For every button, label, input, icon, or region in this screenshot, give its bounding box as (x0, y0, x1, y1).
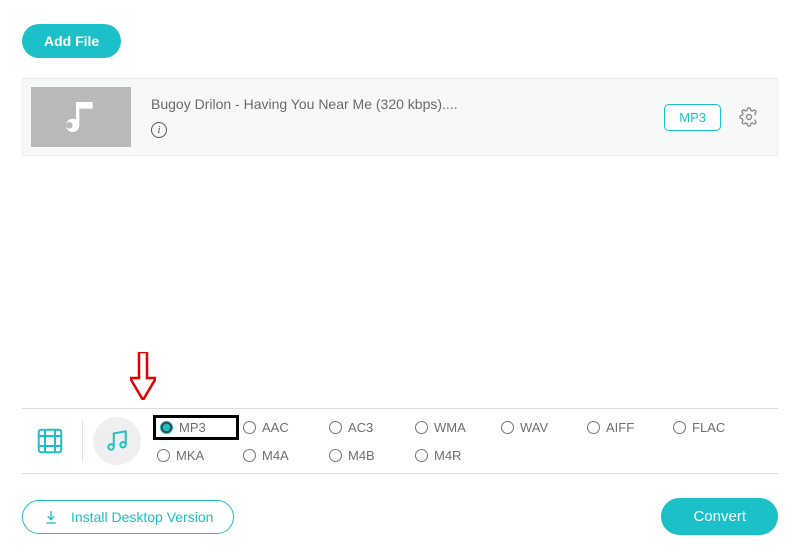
music-icon (104, 428, 130, 454)
bottom-bar: Install Desktop Version Convert (22, 498, 778, 535)
convert-button[interactable]: Convert (661, 498, 778, 535)
format-option-flac[interactable]: FLAC (669, 418, 755, 437)
format-radio-m4r[interactable] (415, 449, 428, 462)
format-label: WAV (520, 420, 548, 435)
format-label: AC3 (348, 420, 373, 435)
format-label: M4B (348, 448, 375, 463)
format-radio-mka[interactable] (157, 449, 170, 462)
format-option-empty (669, 453, 755, 457)
format-label: AIFF (606, 420, 634, 435)
format-radio-wma[interactable] (415, 421, 428, 434)
format-selection-panel: MP3 AAC AC3 WMA WAV AIFF FLAC MKA M4A M4B M4R (22, 408, 778, 474)
file-format-button[interactable]: MP3 (664, 104, 721, 131)
file-meta: Bugoy Drilon - Having You Near Me (320 k… (131, 96, 664, 138)
format-label: FLAC (692, 420, 725, 435)
format-option-wma[interactable]: WMA (411, 418, 497, 437)
music-note-icon (61, 97, 101, 137)
format-label: M4R (434, 448, 461, 463)
format-radio-wav[interactable] (501, 421, 514, 434)
info-icon[interactable]: i (151, 122, 167, 138)
format-label: MP3 (179, 420, 206, 435)
format-option-mp3[interactable]: MP3 (153, 415, 239, 440)
install-desktop-label: Install Desktop Version (71, 509, 213, 525)
format-radio-aac[interactable] (243, 421, 256, 434)
format-option-wav[interactable]: WAV (497, 418, 583, 437)
format-label: AAC (262, 420, 289, 435)
format-label: WMA (434, 420, 466, 435)
gear-icon[interactable] (739, 107, 759, 127)
format-option-aac[interactable]: AAC (239, 418, 325, 437)
file-title: Bugoy Drilon - Having You Near Me (320 k… (151, 96, 664, 112)
format-option-empty (583, 453, 669, 457)
add-file-button[interactable]: Add File (22, 24, 121, 58)
film-icon (35, 426, 65, 456)
file-thumbnail (31, 87, 131, 147)
format-radio-m4b[interactable] (329, 449, 342, 462)
divider (82, 420, 83, 462)
format-radio-m4a[interactable] (243, 449, 256, 462)
install-desktop-button[interactable]: Install Desktop Version (22, 500, 234, 534)
format-option-m4b[interactable]: M4B (325, 446, 411, 465)
video-tab[interactable] (22, 409, 78, 473)
format-option-m4r[interactable]: M4R (411, 446, 497, 465)
format-option-mka[interactable]: MKA (153, 446, 239, 465)
format-options: MP3 AAC AC3 WMA WAV AIFF FLAC MKA M4A M4B M4R (153, 413, 755, 469)
format-label: M4A (262, 448, 289, 463)
format-option-empty (497, 453, 583, 457)
format-radio-ac3[interactable] (329, 421, 342, 434)
format-radio-aiff[interactable] (587, 421, 600, 434)
file-list-item: Bugoy Drilon - Having You Near Me (320 k… (22, 78, 778, 156)
annotation-arrow-icon (130, 352, 156, 400)
audio-tab[interactable] (93, 417, 141, 465)
format-option-aiff[interactable]: AIFF (583, 418, 669, 437)
format-option-ac3[interactable]: AC3 (325, 418, 411, 437)
format-radio-mp3[interactable] (160, 421, 173, 434)
format-label: MKA (176, 448, 204, 463)
format-option-m4a[interactable]: M4A (239, 446, 325, 465)
format-radio-flac[interactable] (673, 421, 686, 434)
download-icon (43, 509, 59, 525)
